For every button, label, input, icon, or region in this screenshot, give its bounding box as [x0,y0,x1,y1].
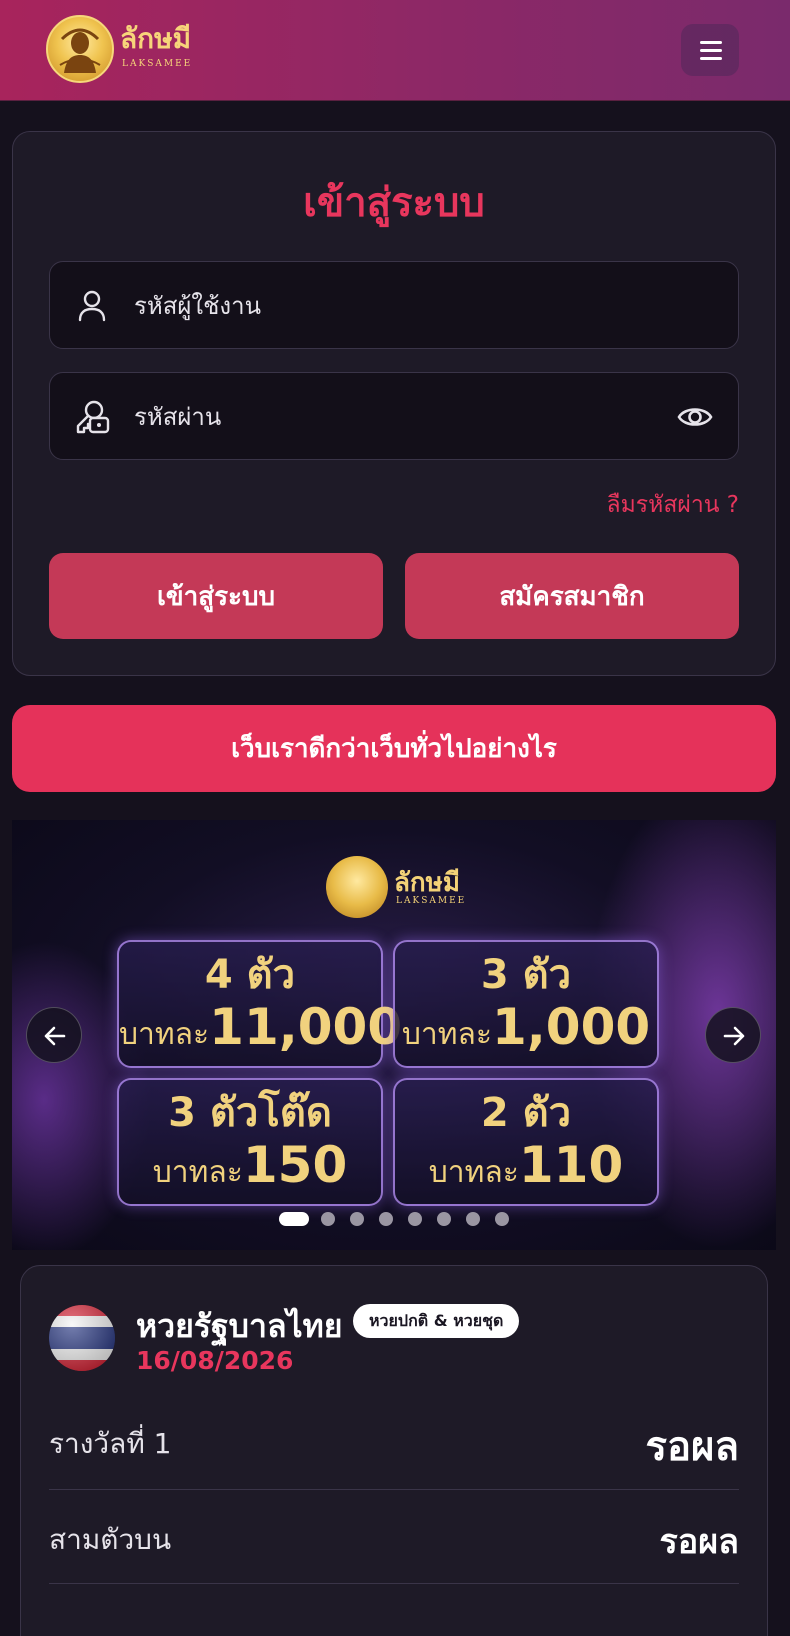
result-row-first-prize: รางวัลที่ 1 รอผล [49,1396,739,1490]
banner-emblem-icon [326,856,388,918]
goddess-emblem-icon [46,15,114,83]
prize-label: 2 ตัว [480,1090,572,1136]
prize-label: 4 ตัว [204,952,296,998]
carousel-dot[interactable] [321,1212,335,1226]
carousel-dot[interactable] [350,1212,364,1226]
eye-icon[interactable] [676,399,714,435]
carousel-prev-arrow-icon[interactable] [26,1007,82,1063]
login-button[interactable]: เข้าสู่ระบบ [49,553,383,639]
forgot-password-link[interactable]: ลืมรหัสผ่าน ? [607,487,739,523]
lottery-name: หวยรัฐบาลไทย [136,1307,343,1345]
carousel-dot[interactable] [466,1212,480,1226]
thai-flag-icon [49,1305,115,1371]
result-row-three-top: สามตัวบน รอผล [49,1490,739,1584]
prize-label: 3 ตัวโต๊ด [168,1090,332,1136]
carousel-dot[interactable] [437,1212,451,1226]
carousel-next-arrow-icon[interactable] [705,1007,761,1063]
site-logo[interactable]: ลักษมี LAKSAMEE [46,15,206,85]
hamburger-menu-icon[interactable] [681,24,739,76]
user-icon [78,290,106,322]
why-us-button[interactable]: เว็บเราดีกว่าเว็บทั่วไปอย่างไร [12,705,776,792]
prize-label: 3 ตัว [480,952,572,998]
carousel-dot[interactable] [495,1212,509,1226]
register-button[interactable]: สมัครสมาชิก [405,553,739,639]
password-field[interactable] [49,372,739,460]
result-value: รอผล [659,1522,739,1562]
lottery-type-badge: หวยปกติ & หวยชุด [353,1304,520,1338]
prize-box-2-digit: 2 ตัว บาทละ110 [393,1078,659,1206]
result-value: รอผล [645,1424,739,1470]
logo-text: ลักษมี [120,22,192,55]
password-input[interactable] [134,393,654,441]
prize-box-4-digit: 4 ตัว บาทละ11,000 [117,940,403,1068]
login-title: เข้าสู่ระบบ [303,180,485,226]
result-label: สามตัวบน [49,1523,172,1556]
carousel-dot[interactable] [408,1212,422,1226]
login-card: เข้าสู่ระบบ ลืมรหัสผ่าน ? เข้าสู่ระบบ สม… [12,131,776,676]
banner-logo-subtext: LAKSAMEE [396,896,467,906]
lottery-result-card[interactable]: หวยรัฐบาลไทย หวยปกติ & หวยชุด 16/08/2026… [20,1265,768,1636]
username-field[interactable] [49,261,739,349]
prize-rate: บาทละ1,000 [401,998,651,1056]
banner-logo: ลักษมี LAKSAMEE [326,856,476,922]
lottery-date: 16/08/2026 [136,1346,294,1375]
top-header: ลักษมี LAKSAMEE [0,0,790,101]
prize-rate: บาทละ150 [152,1136,348,1194]
carousel-dot[interactable] [379,1212,393,1226]
carousel-dot-active[interactable] [279,1212,309,1226]
prize-box-3-digit: 3 ตัว บาทละ1,000 [393,940,659,1068]
logo-subtext: LAKSAMEE [122,59,193,69]
promo-banner-carousel[interactable]: ลักษมี LAKSAMEE 4 ตัว บาทละ11,000 3 ตัว … [12,820,776,1250]
prize-rate: บาทละ110 [428,1136,624,1194]
prize-rate: บาทละ11,000 [119,998,403,1056]
password-lock-icon [76,400,110,434]
result-label: รางวัลที่ 1 [49,1427,172,1460]
prize-box-3-digit-tod: 3 ตัวโต๊ด บาทละ150 [117,1078,383,1206]
username-input[interactable] [134,282,654,330]
